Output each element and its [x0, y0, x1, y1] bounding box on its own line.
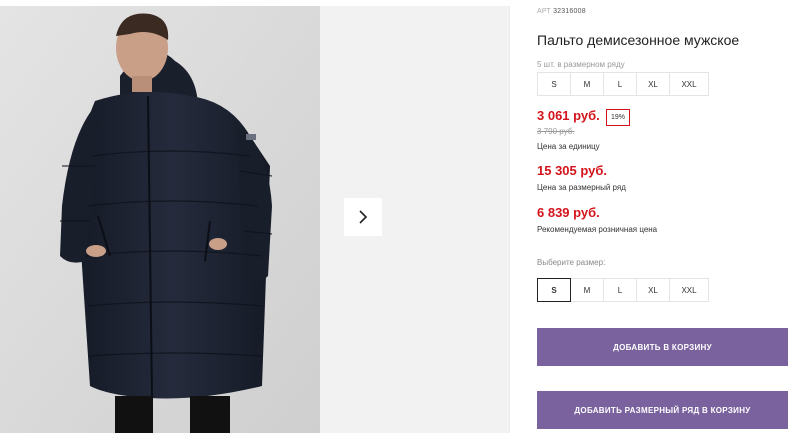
chevron-right-icon: [359, 210, 368, 224]
product-page: АРТ 32316008 Пальто демисезонное мужское…: [0, 0, 800, 433]
sku: АРТ 32316008: [537, 8, 586, 15]
sku-value: 32316008: [553, 8, 586, 15]
unit-price-caption: Цена за единицу: [537, 142, 600, 151]
size-row-price: 15 305 руб.: [537, 163, 608, 178]
size-row-note: 5 шт. в размерном ряду: [537, 60, 625, 69]
product-title: Пальто демисезонное мужское: [537, 32, 740, 48]
product-photo[interactable]: [0, 6, 320, 433]
size-row-item: S: [537, 72, 571, 96]
size-row-list: S M L XL XXL: [537, 72, 709, 96]
size-row-item: M: [570, 72, 604, 96]
gallery-next-button[interactable]: [344, 198, 382, 236]
size-row-item: L: [603, 72, 637, 96]
size-row-item: XL: [636, 72, 670, 96]
size-row-price-caption: Цена за размерный ряд: [537, 183, 626, 192]
add-size-row-to-cart-button[interactable]: ДОБАВИТЬ РАЗМЕРНЫЙ РЯД В КОРЗИНУ: [537, 391, 788, 429]
size-option-s[interactable]: S: [537, 278, 571, 302]
unit-price: 3 061 руб.: [537, 108, 600, 123]
add-to-cart-button[interactable]: ДОБАВИТЬ В КОРЗИНУ: [537, 328, 788, 366]
size-row-item: XXL: [669, 72, 709, 96]
size-option-l[interactable]: L: [603, 278, 637, 302]
size-picker: S M L XL XXL: [537, 278, 709, 302]
discount-badge: 19%: [606, 109, 631, 126]
size-option-xxl[interactable]: XXL: [669, 278, 709, 302]
size-picker-label: Выберите размер:: [537, 258, 606, 267]
retail-price: 6 839 руб.: [537, 205, 600, 220]
column-divider: [509, 6, 510, 433]
model-in-coat-image: [0, 6, 320, 433]
sku-label: АРТ: [537, 8, 551, 15]
size-option-xl[interactable]: XL: [636, 278, 670, 302]
old-price: 3 790 руб.: [537, 127, 575, 136]
retail-price-caption: Рекомендуемая розничная цена: [537, 225, 658, 234]
size-option-m[interactable]: M: [570, 278, 604, 302]
